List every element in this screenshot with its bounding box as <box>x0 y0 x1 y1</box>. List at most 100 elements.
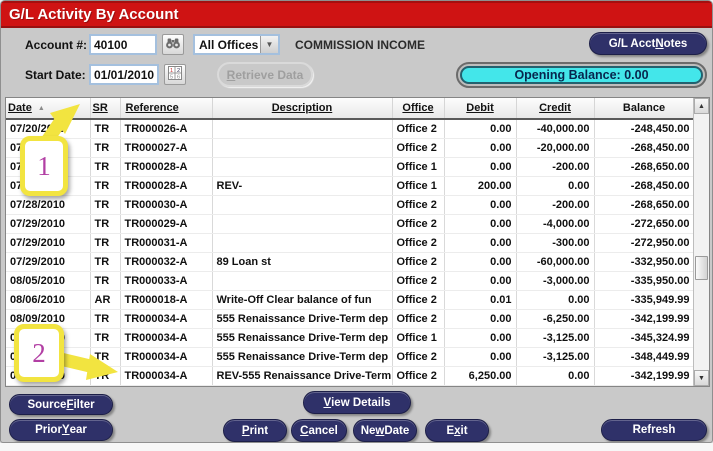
cell-description: Write-Off Clear balance of fun <box>212 290 393 310</box>
table-row[interactable]: 07/29/2010 TR TR000031-A Office 2 0.00 -300.0… <box>6 233 695 253</box>
cell-office: Office 1 <box>392 157 445 177</box>
exit-button[interactable]: Ex it <box>425 419 489 442</box>
cell-reference: TR000034-A <box>120 309 213 329</box>
cell-debit: 0.00 <box>444 138 517 158</box>
column-header-office[interactable]: Office <box>392 98 445 120</box>
cell-credit: -200.00 <box>516 195 595 215</box>
cell-office: Office 2 <box>392 252 445 272</box>
account-input[interactable] <box>89 34 157 55</box>
refresh-button[interactable]: Refresh <box>601 419 707 441</box>
table-row[interactable]: 07/29/2010 TR TR000032-A 89 Loan st Office 2… <box>6 252 695 272</box>
table-row[interactable]: 08/09/2010TRTR000034-A555 Renaissance Dr… <box>6 347 695 367</box>
cell-balance: -268,650.00 <box>594 195 695 215</box>
table-row[interactable]: 07/20/2010 TR TR000026-A Office 2 0.00 -40,00… <box>6 119 695 139</box>
cell-reference: TR000031-A <box>120 233 213 253</box>
cell-balance: -248,450.00 <box>594 119 695 139</box>
title-bar: G/L Activity By Account <box>1 1 712 28</box>
cell-description: 89 Loan st <box>212 252 393 272</box>
cell-debit: 0.00 <box>444 157 517 177</box>
table-row[interactable]: 08/06/2010 AR TR000018-A Write-Off Clear ba… <box>6 290 695 310</box>
cell-reference: TR000027-A <box>120 138 213 158</box>
cell-sr: AR <box>90 290 121 310</box>
cell-date: 07/28/2010 <box>6 195 91 215</box>
table-row[interactable]: 07/29/2010 TR TR000029-A Office 2 0.00 -4,000… <box>6 214 695 234</box>
account-lookup-button[interactable] <box>162 34 184 55</box>
vertical-scrollbar[interactable]: ▲ ▼ <box>693 98 709 386</box>
start-date-label: Start Date: <box>25 68 86 82</box>
table-row[interactable]: 08/09/2010TRTR000034-AREV-555 Renaissanc… <box>6 366 695 386</box>
cell-credit: 0.00 <box>516 366 595 386</box>
view-details-button[interactable]: View Details <box>303 391 411 414</box>
account-name-text: COMMISSION INCOME <box>295 38 426 52</box>
calendar-picker-button[interactable]: 1 2 5 6 <box>164 64 186 85</box>
column-header-balance[interactable]: Balance <box>594 98 695 120</box>
triangle-down-icon: ▼ <box>698 374 705 382</box>
svg-text:1: 1 <box>170 68 173 74</box>
cell-description: 555 Renaissance Drive-Term dep <box>212 309 393 329</box>
window-title: G/L Activity By Account <box>9 6 179 23</box>
cell-description: 555 Renaissance Drive-Term dep <box>212 328 393 348</box>
cell-reference: TR000029-A <box>120 214 213 234</box>
table-row[interactable]: 08/09/2010TRTR000034-A555 Renaissance Dr… <box>6 309 695 329</box>
source-filter-button[interactable]: Source Filter <box>9 394 113 415</box>
print-button[interactable]: Print <box>223 419 287 442</box>
cell-reference: TR000034-A <box>120 366 213 386</box>
cell-date: 08/05/2010 <box>6 271 91 291</box>
cell-date: 07/29/2010 <box>6 252 91 272</box>
cell-sr: TR <box>90 347 121 367</box>
cell-balance: -342,199.99 <box>594 309 695 329</box>
table-row[interactable]: 07/26/2010TRTR000028-AREV-Office 1200.00… <box>6 176 695 196</box>
cell-date: 07/29/2010 <box>6 214 91 234</box>
cell-debit: 0.00 <box>444 309 517 329</box>
cell-description <box>212 119 393 139</box>
gl-activity-grid: Date ▲ SR Reference Description Office De… <box>5 97 710 387</box>
new-date-button[interactable]: Ne w Date <box>353 419 417 442</box>
column-header-debit[interactable]: Debit <box>444 98 517 120</box>
cell-credit: -4,000.00 <box>516 214 595 234</box>
table-row[interactable]: 08/09/2010TRTR000034-A555 Renaissance Dr… <box>6 328 695 348</box>
column-header-date[interactable]: Date ▲ <box>6 98 91 120</box>
cell-debit: 0.00 <box>444 233 517 253</box>
column-header-description[interactable]: Description <box>212 98 393 120</box>
cell-debit: 0.00 <box>444 214 517 234</box>
cell-date: 08/06/2010 <box>6 290 91 310</box>
office-filter-dropdown[interactable]: All Offices ▼ <box>193 34 280 55</box>
callout-2-number: 2 <box>32 337 46 368</box>
table-row[interactable]: 08/05/2010 TR TR000033-A Office 2 0.00 -3,000… <box>6 271 695 291</box>
column-header-reference[interactable]: Reference <box>120 98 213 120</box>
cell-credit: -20,000.00 <box>516 138 595 158</box>
cell-balance: -268,650.00 <box>594 157 695 177</box>
prior-year-button[interactable]: Prior Year <box>9 419 113 441</box>
grid-body: 07/20/2010 TR TR000026-A Office 2 0.00 -40,00… <box>6 119 695 386</box>
retrieve-data-button[interactable]: Retrieve Data <box>217 62 313 87</box>
scroll-up-button[interactable]: ▲ <box>694 98 709 114</box>
column-header-credit[interactable]: Credit <box>516 98 595 120</box>
cell-office: Office 2 <box>392 366 445 386</box>
cell-balance: -268,450.00 <box>594 138 695 158</box>
cell-debit: 0.00 <box>444 252 517 272</box>
column-header-sr[interactable]: SR <box>90 98 121 120</box>
scrollbar-thumb[interactable] <box>695 256 708 280</box>
cancel-button[interactable]: Cancel <box>291 419 347 442</box>
cell-debit: 200.00 <box>444 176 517 196</box>
cell-debit: 0.00 <box>444 347 517 367</box>
table-row[interactable]: 07/21/2010TRTR000027-AOffice 20.00-20,00… <box>6 138 695 158</box>
cell-balance: -348,449.99 <box>594 347 695 367</box>
gl-acct-notes-button[interactable]: G/L Acct Notes <box>589 32 707 55</box>
cell-office: Office 2 <box>392 290 445 310</box>
account-label: Account #: <box>25 38 88 52</box>
table-row[interactable]: 07/28/2010 TR TR000030-A Office 2 0.00 -200.0… <box>6 195 695 215</box>
cell-balance: -342,199.99 <box>594 366 695 386</box>
cell-credit: -3,125.00 <box>516 328 595 348</box>
chevron-down-icon: ▼ <box>260 36 278 53</box>
cell-sr: TR <box>90 328 121 348</box>
table-row[interactable]: 07/26/2010TRTR000028-AOffice 10.00-200.0… <box>6 157 695 177</box>
cell-sr: TR <box>90 233 121 253</box>
cell-sr: TR <box>90 195 121 215</box>
callout-1: 1 <box>20 136 68 196</box>
cell-office: Office 2 <box>392 309 445 329</box>
start-date-input[interactable] <box>89 64 159 85</box>
scroll-down-button[interactable]: ▼ <box>694 370 709 386</box>
cell-balance: -272,650.00 <box>594 214 695 234</box>
cell-debit: 0.00 <box>444 195 517 215</box>
